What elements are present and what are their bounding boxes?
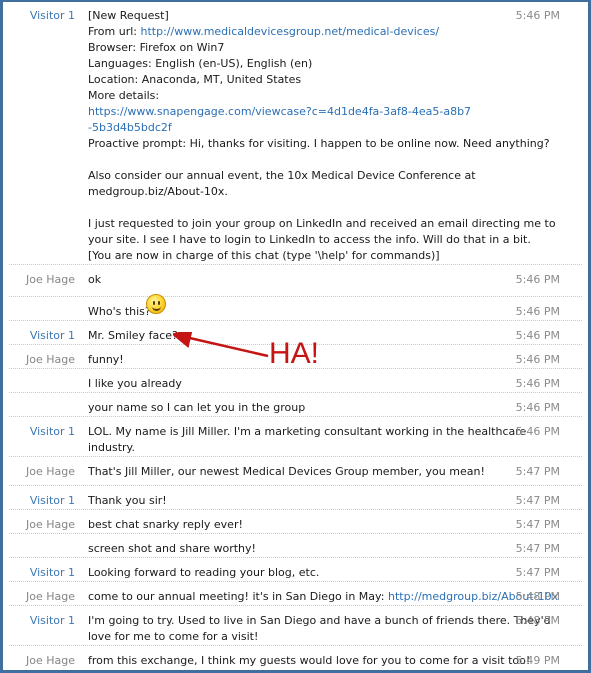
message-separator <box>9 392 582 393</box>
message-line: from this exchange, I think my guests wo… <box>88 654 531 667</box>
smiley-mouth <box>152 304 161 311</box>
message-body: [New Request] From url: http://www.medica… <box>88 8 556 264</box>
message-timestamp: 5:48 PM <box>515 590 560 603</box>
message-text: come to our annual meeting! it's in San … <box>88 590 388 603</box>
message-timestamp: 5:49 PM <box>515 654 560 667</box>
message-line: love for me to come for a visit! <box>88 630 259 643</box>
message-body: LOL. My name is Jill Miller. I'm a marke… <box>88 424 527 456</box>
message-line: industry. <box>88 441 135 454</box>
message-body: I'm going to try. Used to live in San Di… <box>88 613 551 645</box>
message-timestamp: 5:47 PM <box>515 542 560 555</box>
message-line: Proactive prompt: Hi, thanks for visitin… <box>88 137 550 150</box>
message-line: https://www.snapengage.com/viewcase?c=4d… <box>88 104 508 120</box>
message-line: come to our annual meeting! it's in San … <box>88 589 558 605</box>
message-line: ok <box>88 273 102 286</box>
message-link[interactable]: -5b3d4b5bdc2f <box>88 121 172 134</box>
message-link[interactable]: https://www.snapengage.com/viewcase?c=4d… <box>88 105 471 118</box>
message-line: screen shot and share worthy! <box>88 542 256 555</box>
message-timestamp: 5:47 PM <box>515 566 560 579</box>
message-line: best chat snarky reply ever! <box>88 518 243 531</box>
message-separator <box>9 509 582 510</box>
message-line: [New Request] <box>88 9 169 22</box>
message-line: From url: http://www.medicaldevicesgroup… <box>88 24 508 40</box>
message-separator <box>9 485 582 486</box>
message-sender: Joe Hage <box>25 465 75 478</box>
message-line: Looking forward to reading your blog, et… <box>88 566 320 579</box>
message-separator <box>9 557 582 558</box>
message-line: medgroup.biz/About-10x. <box>88 185 228 198</box>
message-body: your name so I can let you in the group <box>88 400 508 416</box>
message-line: your site. I see I have to login to Link… <box>88 233 531 246</box>
message-body: screen shot and share worthy! <box>88 541 508 557</box>
message-line: More details: <box>88 89 160 102</box>
message-body: ok <box>88 272 508 288</box>
message-line: -5b3d4b5bdc2f <box>88 120 508 136</box>
red-arrow-icon <box>173 332 269 358</box>
message-sender: Visitor 1 <box>29 494 75 507</box>
message-timestamp: 5:48 PM <box>515 614 560 627</box>
message-timestamp: 5:47 PM <box>515 465 560 478</box>
message-sender: Joe Hage <box>25 273 75 286</box>
message-body: from this exchange, I think my guests wo… <box>88 653 531 669</box>
message-timestamp: 5:46 PM <box>515 377 560 390</box>
message-separator <box>9 264 582 265</box>
message-line: I'm going to try. Used to live in San Di… <box>88 614 551 627</box>
message-sender: Visitor 1 <box>29 614 75 627</box>
message-line <box>88 152 508 168</box>
message-line: I just requested to join your group on L… <box>88 217 556 230</box>
message-line: Thank you sir! <box>88 494 167 507</box>
message-sender: Visitor 1 <box>29 9 75 22</box>
message-separator <box>9 416 582 417</box>
message-body: Thank you sir! <box>88 493 508 509</box>
message-body: best chat snarky reply ever! <box>88 517 508 533</box>
message-body: That's Jill Miller, our newest Medical D… <box>88 464 508 480</box>
ha-annotation: HA! <box>269 337 320 370</box>
message-timestamp: 5:46 PM <box>515 9 560 22</box>
message-line: That's Jill Miller, our newest Medical D… <box>88 465 485 478</box>
message-link[interactable]: http://www.medicaldevicesgroup.net/medic… <box>141 25 440 38</box>
message-line: I like you already <box>88 377 182 390</box>
message-sender: Joe Hage <box>25 590 75 603</box>
message-separator <box>9 456 582 457</box>
message-separator <box>9 533 582 534</box>
message-timestamp: 5:46 PM <box>515 401 560 414</box>
message-separator <box>9 605 582 606</box>
message-line: your name so I can let you in the group <box>88 401 306 414</box>
message-separator <box>9 320 582 321</box>
message-line: Also consider our annual event, the 10x … <box>88 169 476 182</box>
chat-transcript-window: Visitor 1 [New Request] From url: http://w… <box>0 0 591 673</box>
message-sender: Joe Hage <box>25 353 75 366</box>
message-line: Location: Anaconda, MT, United States <box>88 73 302 86</box>
message-line: LOL. My name is Jill Miller. I'm a marke… <box>88 425 527 438</box>
message-timestamp: 5:46 PM <box>515 329 560 342</box>
message-timestamp: 5:46 PM <box>515 353 560 366</box>
message-timestamp: 5:47 PM <box>515 518 560 531</box>
message-line: Languages: English (en-US), English (en) <box>88 57 313 70</box>
message-line: Browser: Firefox on Win7 <box>88 41 225 54</box>
message-separator <box>9 645 582 646</box>
message-line: [You are now in charge of this chat (typ… <box>88 249 440 262</box>
message-sender: Visitor 1 <box>29 329 75 342</box>
message-line <box>88 200 508 216</box>
message-timestamp: 5:47 PM <box>515 494 560 507</box>
message-timestamp: 5:46 PM <box>515 305 560 318</box>
message-timestamp: 5:46 PM <box>515 273 560 286</box>
message-body: Looking forward to reading your blog, et… <box>88 565 508 581</box>
message-sender: Visitor 1 <box>29 425 75 438</box>
message-sender: Visitor 1 <box>29 566 75 579</box>
message-sender: Joe Hage <box>25 654 75 667</box>
message-separator <box>9 581 582 582</box>
message-sender: Joe Hage <box>25 518 75 531</box>
smiley-icon <box>146 294 166 314</box>
message-separator <box>9 296 582 297</box>
message-body: come to our annual meeting! it's in San … <box>88 589 558 605</box>
message-text: From url: <box>88 25 141 38</box>
message-timestamp: 5:46 PM <box>515 425 560 438</box>
message-body: I like you already <box>88 376 508 392</box>
